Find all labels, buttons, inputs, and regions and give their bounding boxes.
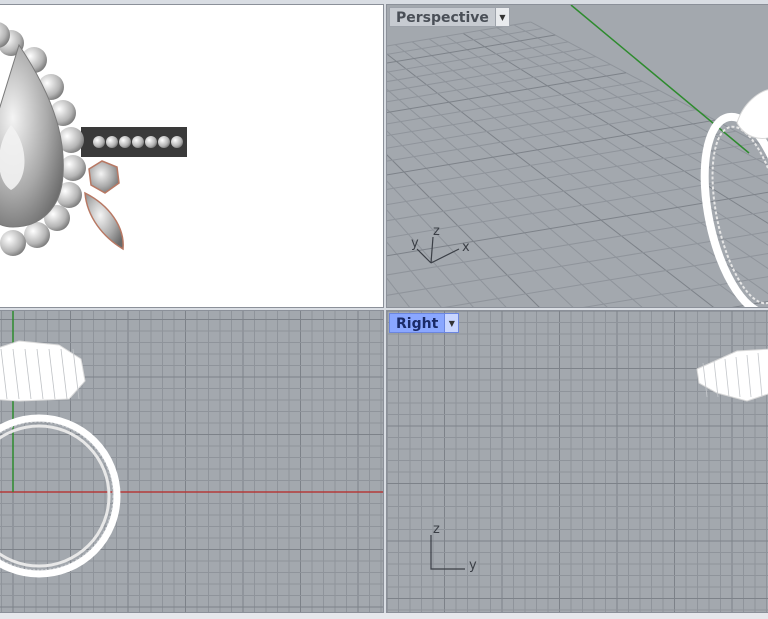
viewport-right[interactable]: zy Right ▼ xyxy=(386,310,768,613)
viewport-tab-right[interactable]: Right ▼ xyxy=(389,313,460,333)
ring-render xyxy=(0,22,187,256)
viewport-title[interactable]: Perspective xyxy=(389,7,495,27)
right-grid: zy xyxy=(387,311,768,612)
front-grid xyxy=(0,311,383,612)
axis-label-x: x xyxy=(462,240,470,255)
status-strip xyxy=(0,613,768,619)
axis-label-y: y xyxy=(469,558,477,573)
axis-label-y: y xyxy=(411,236,419,251)
axis-label-z: z xyxy=(433,522,440,537)
grid-lines xyxy=(387,311,768,612)
viewport-perspective[interactable]: z x y Perspective ▼ xyxy=(386,4,768,308)
setting-wireframe xyxy=(736,89,768,139)
dropdown-arrow-icon[interactable]: ▼ xyxy=(494,7,510,27)
viewport-title[interactable]: Right xyxy=(389,313,445,333)
side-stones xyxy=(84,160,124,251)
y-axis-line xyxy=(570,5,750,154)
viewport-tab-perspective[interactable]: Perspective ▼ xyxy=(389,7,510,27)
viewport-bottom-left[interactable] xyxy=(0,310,384,613)
axis-label-z: z xyxy=(433,224,440,239)
ring-band-outline xyxy=(700,112,768,307)
ring-band-inner xyxy=(0,424,111,568)
perspective-grid: z x y xyxy=(387,5,768,307)
viewport-top-left[interactable] xyxy=(0,4,384,308)
grid-lines xyxy=(387,21,768,307)
dropdown-arrow-icon[interactable]: ▼ xyxy=(444,313,460,333)
